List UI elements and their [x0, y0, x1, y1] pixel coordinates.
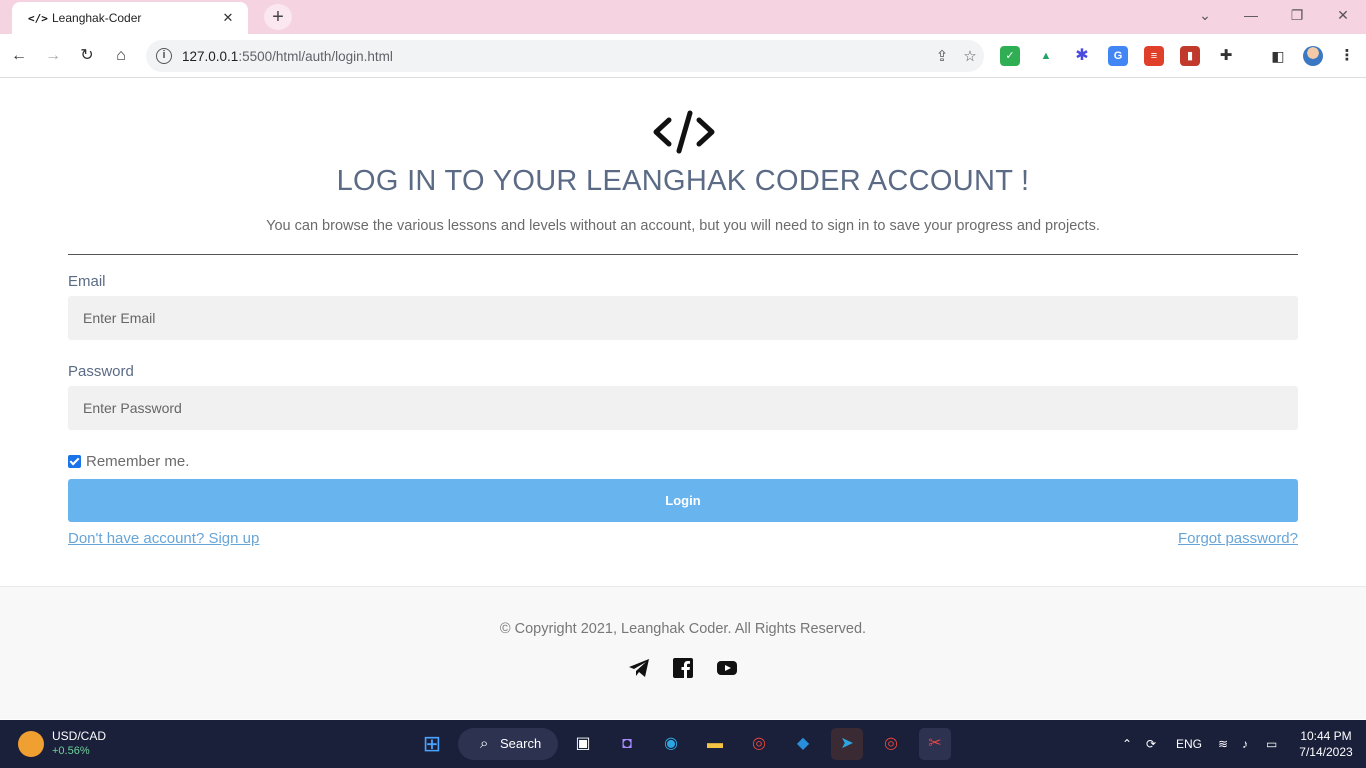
new-tab-button[interactable]: + — [264, 4, 292, 30]
translate-extension-icon[interactable]: G — [1108, 46, 1128, 66]
reload-icon[interactable]: ↻ — [75, 44, 99, 68]
bookmark-star-icon[interactable]: ☆ — [956, 47, 984, 65]
gear-extension-icon[interactable]: ✱ — [1072, 46, 1092, 66]
email-field[interactable] — [68, 296, 1298, 340]
browser-toolbar: ← → ↻ ⌂ i 127.0.0.1:5500/html/auth/login… — [0, 34, 1366, 78]
volume-icon[interactable]: ♪ — [1242, 720, 1248, 768]
chrome-icon[interactable]: ◎ — [743, 728, 775, 760]
windows-taskbar: USD/CAD +0.56% ⊞ ⌕ Search ▣ ◘ ◉ ▬ ◎ ◆ ➤ … — [0, 720, 1366, 768]
url-text[interactable]: 127.0.0.1:5500/html/auth/login.html — [182, 49, 928, 64]
close-window-button[interactable]: ✕ — [1320, 0, 1366, 30]
browser-tab[interactable]: </> Leanghak-Coder ✕ — [12, 2, 248, 34]
tray-overflow-icon[interactable]: ⌃ — [1122, 720, 1132, 768]
tab-search-icon[interactable]: ⌄ — [1182, 0, 1228, 30]
vscode-icon[interactable]: ◆ — [787, 728, 819, 760]
code-logo-icon — [653, 110, 715, 154]
home-icon[interactable]: ⌂ — [109, 44, 133, 68]
ticker-symbol: USD/CAD — [52, 729, 107, 743]
wifi-icon[interactable]: ≋ — [1218, 720, 1228, 768]
signup-link[interactable]: Don't have account? Sign up — [68, 530, 259, 547]
password-label: Password — [68, 363, 134, 380]
footer: © Copyright 2021, Leanghak Coder. All Ri… — [0, 586, 1366, 719]
site-info-icon[interactable]: i — [156, 48, 172, 64]
password-field[interactable] — [68, 386, 1298, 430]
clock-time: 10:44 PM — [1300, 729, 1352, 743]
todoist-extension-icon[interactable]: ≡ — [1144, 46, 1164, 66]
remember-me: Remember me. — [68, 453, 189, 470]
close-tab-icon[interactable]: ✕ — [220, 10, 236, 26]
drive-extension-icon[interactable]: ▲ — [1036, 46, 1056, 66]
remember-label[interactable]: Remember me. — [86, 453, 189, 470]
page-subtitle: You can browse the various lessons and l… — [266, 218, 1100, 234]
ticker-change: +0.56% — [52, 745, 90, 757]
share-icon[interactable]: ⇪ — [928, 47, 956, 65]
telegram-taskbar-icon[interactable]: ➤ — [831, 728, 863, 760]
address-bar[interactable]: i 127.0.0.1:5500/html/auth/login.html ⇪ … — [146, 40, 984, 72]
snipping-tool-icon[interactable]: ✂ — [919, 728, 951, 760]
forward-icon[interactable]: → — [41, 44, 65, 68]
youtube-icon[interactable] — [716, 657, 738, 679]
divider — [68, 254, 1298, 255]
minimize-button[interactable]: — — [1228, 0, 1274, 30]
book-extension-icon[interactable]: ▮ — [1180, 46, 1200, 66]
code-icon: </> — [28, 11, 48, 25]
copyright-text: © Copyright 2021, Leanghak Coder. All Ri… — [499, 621, 867, 637]
forgot-password-link[interactable]: Forgot password? — [1178, 530, 1298, 547]
browser-tab-strip: </> Leanghak-Coder ✕ + ⌄ — ❐ ✕ — [0, 0, 1366, 34]
page-title: LOG IN TO YOUR LEANGHAK CODER ACCOUNT ! — [336, 165, 1030, 197]
remember-checkbox[interactable] — [68, 455, 81, 468]
windows-start-icon[interactable]: ⊞ — [416, 728, 448, 760]
login-button[interactable]: Login — [68, 479, 1298, 522]
search-icon: ⌕ — [480, 735, 489, 752]
teams-chat-icon[interactable]: ◘ — [611, 728, 643, 760]
login-page: LOG IN TO YOUR LEANGHAK CODER ACCOUNT ! … — [0, 79, 1366, 719]
taskbar-search[interactable]: ⌕ Search — [458, 728, 558, 760]
shield-extension-icon[interactable]: ✓ — [1000, 46, 1020, 66]
chrome-profile-icon[interactable]: ◎ — [875, 728, 907, 760]
telegram-icon[interactable] — [628, 657, 650, 679]
side-panel-icon[interactable]: ◧ — [1268, 46, 1288, 66]
search-label: Search — [500, 736, 542, 751]
tab-title: Leanghak-Coder — [52, 11, 142, 25]
edge-icon[interactable]: ◉ — [655, 728, 687, 760]
task-view-icon[interactable]: ▣ — [567, 728, 599, 760]
currency-icon — [18, 731, 44, 757]
sync-icon[interactable]: ⟳ — [1146, 720, 1156, 768]
battery-icon[interactable]: ▭ — [1266, 720, 1277, 768]
menu-kebab-icon[interactable]: ⋮ — [1337, 46, 1357, 66]
email-label: Email — [68, 273, 106, 290]
facebook-icon[interactable] — [672, 657, 694, 679]
file-explorer-icon[interactable]: ▬ — [699, 728, 731, 760]
profile-avatar[interactable] — [1303, 46, 1323, 66]
extensions-puzzle-icon[interactable]: ✚ — [1216, 46, 1236, 66]
language-indicator[interactable]: ENG — [1176, 720, 1202, 768]
clock[interactable]: 10:44 PM 7/14/2023 — [1292, 728, 1360, 760]
stock-widget[interactable]: USD/CAD +0.56% — [18, 729, 106, 757]
restore-button[interactable]: ❐ — [1274, 0, 1320, 30]
clock-date: 7/14/2023 — [1299, 745, 1353, 759]
back-icon[interactable]: ← — [7, 44, 31, 68]
